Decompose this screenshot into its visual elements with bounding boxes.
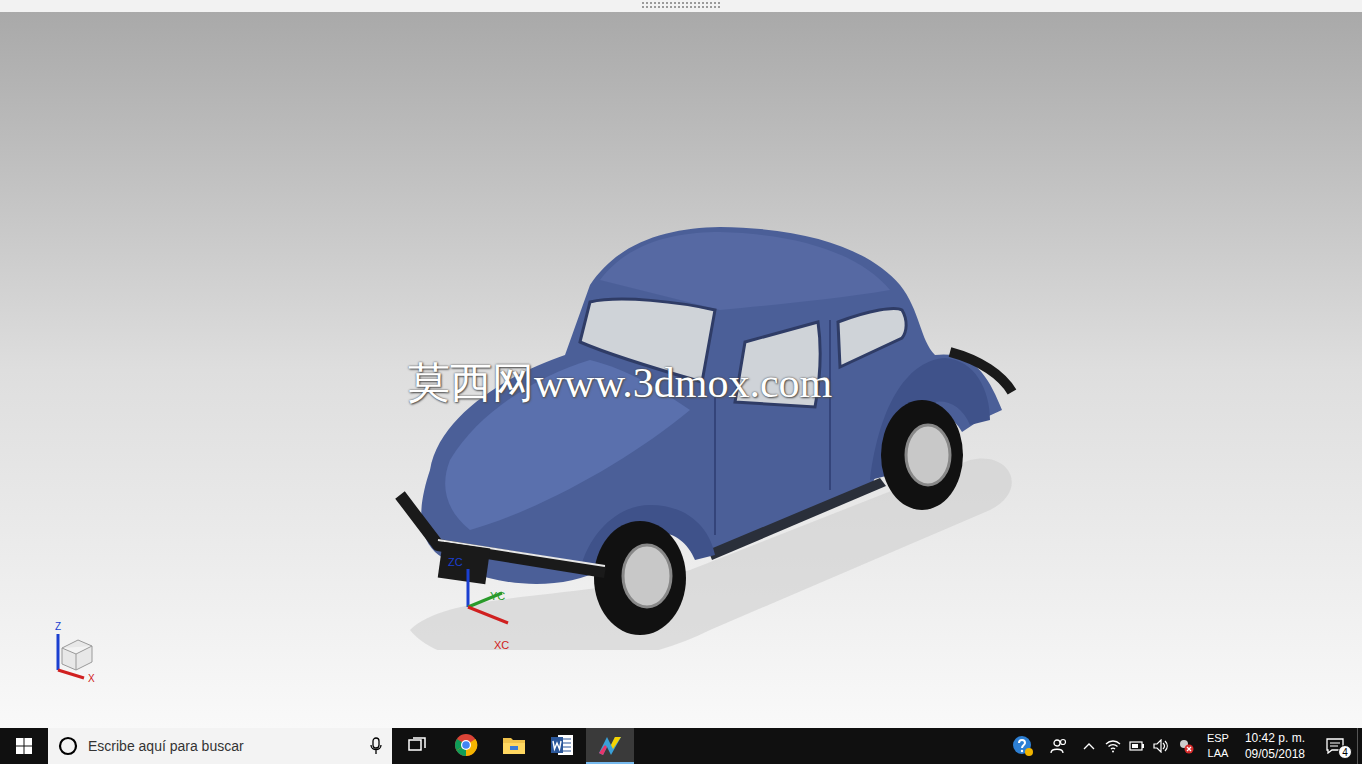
clock-time: 10:42 p. m. [1245, 730, 1305, 746]
word-icon [550, 733, 574, 757]
rear-bumper [950, 352, 1012, 392]
input-language[interactable]: ESPLAA [1199, 731, 1237, 761]
system-tray: ESPLAA10:42 p. m.09/05/20184 [1005, 728, 1362, 764]
network-button[interactable] [1101, 739, 1125, 753]
license-plate [438, 542, 491, 584]
clock-date: 09/05/2018 [1245, 746, 1305, 762]
rear-side-window [838, 309, 906, 368]
windows-icon [16, 738, 32, 754]
show-hidden-button[interactable] [1077, 742, 1101, 750]
graphics-viewport[interactable]: 莫西网www.3dmox.comZCYCXCZX [0, 12, 1362, 728]
action-center-button[interactable]: 4 [1313, 728, 1357, 764]
taskbar-apps [394, 728, 634, 764]
speaker-icon [1153, 739, 1169, 753]
taskbar-app[interactable] [586, 728, 634, 764]
front-wheel [594, 521, 686, 635]
rear-hub [906, 425, 950, 485]
axis-label: Z [55, 622, 61, 632]
car-model[interactable] [390, 210, 1020, 650]
view-triad: ZX [48, 618, 104, 688]
door-line [715, 320, 830, 535]
watermark: 莫西网www.3dmox.com [408, 358, 832, 408]
taskbar-app[interactable] [394, 728, 442, 764]
region-code: LAA [1208, 746, 1229, 761]
running-board [708, 478, 886, 560]
microphone-icon [370, 737, 382, 755]
search-placeholder: Escribe aquí para buscar [88, 736, 244, 757]
people-icon [1050, 738, 1068, 754]
app-icon-slot [597, 733, 623, 757]
help-button[interactable] [1005, 735, 1041, 757]
taskview-icon [408, 736, 428, 754]
chevron-icon [1083, 742, 1095, 750]
rear-wheel [881, 400, 963, 510]
chrome-icon [454, 733, 478, 757]
battery-icon [1129, 741, 1145, 751]
taskbar-app[interactable] [538, 728, 586, 764]
app-icon-slot [454, 733, 478, 757]
nx-icon [597, 733, 623, 757]
show-desktop[interactable] [1357, 728, 1362, 764]
title-strip [0, 0, 1362, 12]
cortana-icon [58, 736, 78, 756]
axis-label: XC [494, 640, 509, 651]
folder-icon [502, 734, 526, 756]
battery-button[interactable] [1125, 741, 1149, 751]
app-icon-slot [550, 733, 574, 757]
search-box[interactable]: Escribe aquí para buscar [48, 728, 392, 764]
taskbar-app[interactable] [490, 728, 538, 764]
car-roof [600, 232, 890, 310]
language-code: ESP [1207, 731, 1229, 746]
wifi-icon [1105, 739, 1121, 753]
help-icon [1012, 735, 1034, 757]
front-bumper [400, 495, 605, 572]
taskbar-app[interactable] [442, 728, 490, 764]
people-button[interactable] [1041, 738, 1077, 754]
notification-badge: 4 [1338, 745, 1352, 759]
axis-label: YC [490, 591, 505, 602]
volume-button[interactable] [1149, 739, 1173, 753]
app-icon-slot [502, 734, 526, 756]
resize-grip[interactable] [642, 2, 720, 8]
sync-alert-button[interactable] [1173, 738, 1199, 754]
wcs-triad: ZCYCXC [440, 547, 520, 647]
axis-label: X [88, 674, 95, 684]
front-hub [623, 545, 671, 607]
alert-icon [1178, 738, 1194, 754]
start-button[interactable] [0, 728, 48, 764]
axis-label: ZC [448, 557, 463, 568]
clock[interactable]: 10:42 p. m.09/05/2018 [1237, 730, 1313, 762]
app-icon-slot [408, 736, 428, 754]
taskbar: Escribe aquí para buscarESPLAA10:42 p. m… [0, 728, 1362, 764]
